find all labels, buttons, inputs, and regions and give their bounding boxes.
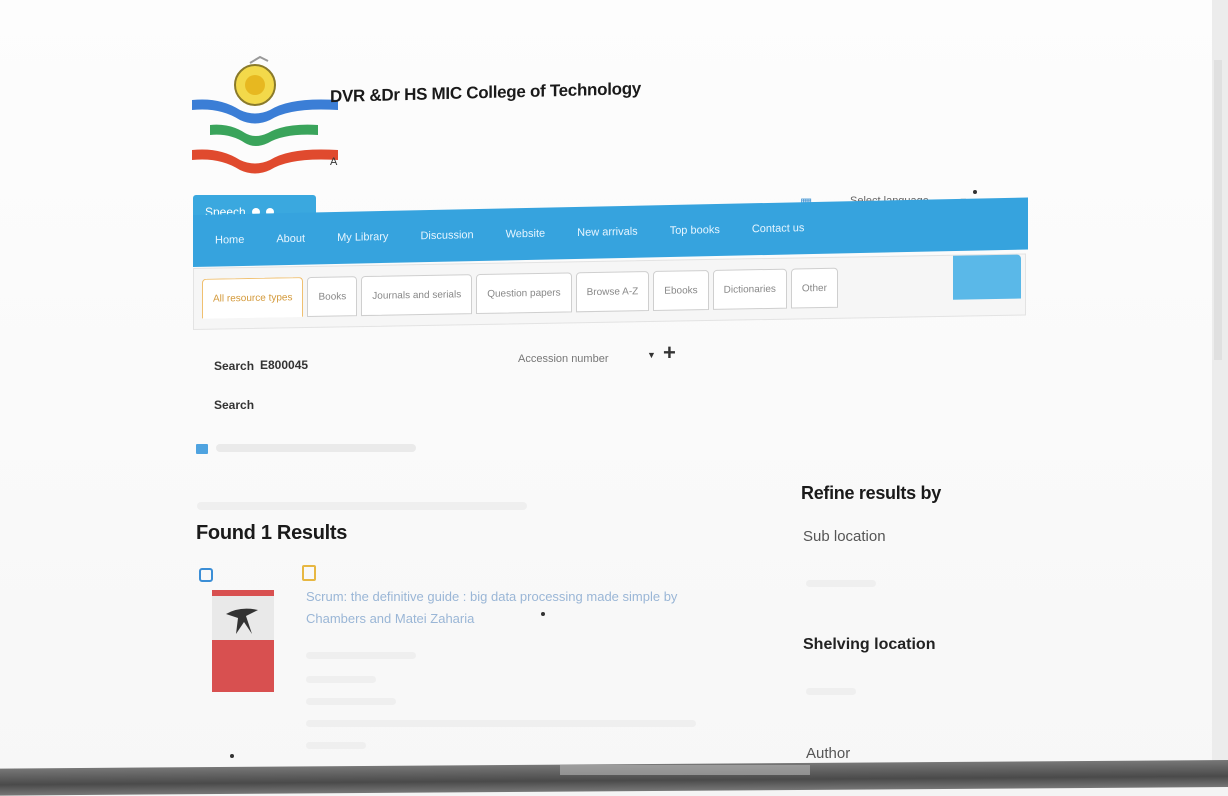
results-count: Found 1 Results (196, 522, 348, 544)
page: DVR &Dr HS MIC College of Technology A S… (0, 0, 1228, 796)
facet-sub-location[interactable]: Sub location (803, 528, 886, 545)
search-field-select[interactable]: Accession number (518, 348, 628, 370)
tab-dictionaries[interactable]: Dictionaries (712, 268, 787, 310)
facet-shelving-location[interactable]: Shelving location (803, 636, 935, 654)
facet-option (806, 688, 856, 695)
tab-question-papers[interactable]: Question papers (476, 272, 572, 315)
tab-browse-a-z[interactable]: Browse A-Z (575, 271, 650, 313)
facet-option (806, 580, 876, 587)
book-cover-band (212, 590, 274, 596)
nav-item-top-books[interactable]: Top books (670, 224, 720, 237)
chevron-down-icon: ▼ (647, 350, 656, 360)
faded-text (216, 444, 416, 452)
nav-item-website[interactable]: Website (506, 228, 546, 241)
add-search-row-icon[interactable]: + (663, 340, 676, 366)
result-detail (306, 676, 376, 683)
resource-tabs: All resource types Books Journals and se… (193, 253, 1026, 330)
tab-other[interactable]: Other (790, 267, 838, 309)
cursor-dot (541, 612, 545, 616)
nav-item-discussion[interactable]: Discussion (420, 229, 473, 242)
scrollbar-thumb[interactable] (1214, 60, 1222, 360)
search-button[interactable]: Search (214, 398, 254, 412)
result-detail (306, 720, 696, 727)
tab-books[interactable]: Books (307, 276, 358, 318)
result-detail (306, 652, 416, 659)
cursor-dot (973, 190, 977, 194)
search-label: Search (214, 359, 255, 373)
tab-more[interactable] (953, 254, 1021, 300)
result-title-link[interactable]: Scrum: the definitive guide : big data p… (306, 586, 696, 630)
tab-ebooks[interactable]: Ebooks (653, 269, 709, 311)
book-cover-panel (212, 640, 274, 692)
cursor-dot (230, 754, 234, 758)
tab-all-resource-types[interactable]: All resource types (202, 277, 304, 319)
nav-item-home[interactable]: Home (215, 234, 244, 247)
faded-text (197, 502, 527, 510)
lock-icon (199, 568, 213, 582)
nav-item-my-library[interactable]: My Library (337, 231, 388, 244)
nav-item-contact-us[interactable]: Contact us (752, 222, 805, 235)
book-cover-art (226, 608, 258, 634)
logo-letter: A (330, 156, 338, 168)
refine-title: Refine results by (801, 483, 941, 503)
result-detail (306, 698, 396, 705)
nav-item-new-arrivals[interactable]: New arrivals (577, 226, 638, 239)
search-input[interactable] (258, 352, 502, 378)
result-detail (306, 742, 366, 749)
screen-glare (560, 765, 810, 775)
nav-item-about[interactable]: About (276, 233, 305, 246)
folder-icon (196, 444, 208, 454)
facet-author[interactable]: Author (806, 745, 850, 762)
book-icon (302, 565, 316, 581)
tab-journals[interactable]: Journals and serials (361, 274, 473, 317)
college-logo (192, 55, 338, 174)
college-name: DVR &Dr HS MIC College of Technology (330, 78, 641, 107)
